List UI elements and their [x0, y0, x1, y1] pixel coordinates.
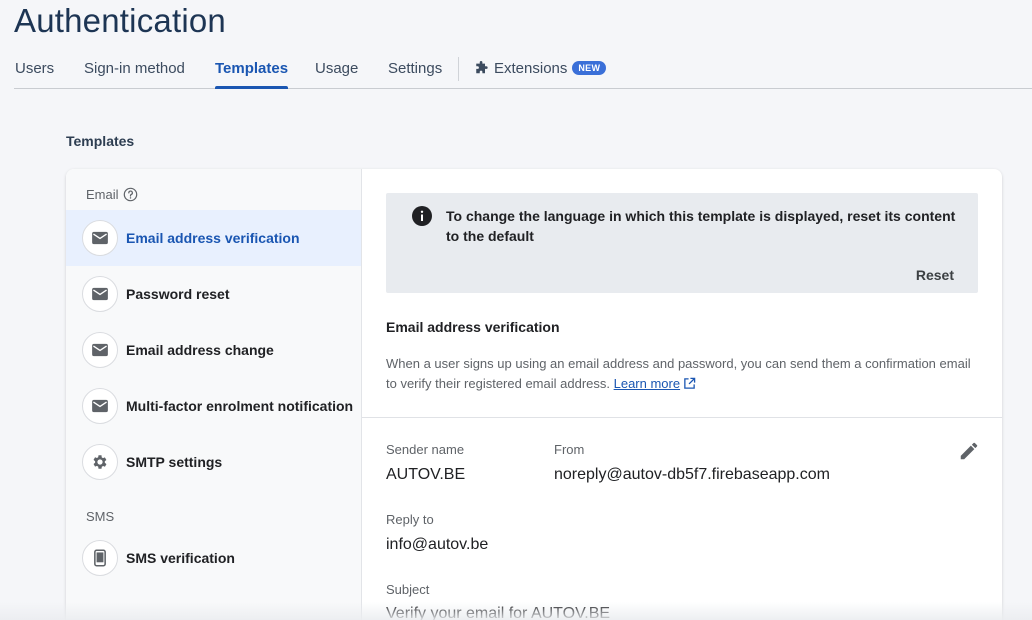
puzzle-icon: [474, 61, 489, 75]
page-title: Authentication: [14, 2, 226, 39]
tab-usage[interactable]: Usage: [315, 60, 358, 89]
subject-label: Subject: [386, 582, 430, 597]
tab-extensions-label: Extensions: [494, 60, 568, 77]
sidebar-item-smtp-settings[interactable]: SMTP settings: [66, 434, 361, 490]
subject-value: Verify your email for AUTOV.BE: [386, 605, 611, 620]
sidebar-item-password-reset[interactable]: Password reset: [66, 266, 361, 322]
reply-to-label: Reply to: [386, 512, 434, 527]
sidebar-item-label: Email address change: [126, 342, 274, 358]
info-icon: [412, 206, 432, 226]
templates-card: Email Email address verification Passwor…: [66, 169, 1002, 620]
sidebar-item-label: Email address verification: [126, 230, 300, 246]
sidebar-item-mfa-enrolment[interactable]: Multi-factor enrolment notification: [66, 378, 361, 434]
sidebar-item-email-verification[interactable]: Email address verification: [66, 210, 361, 266]
from-value: noreply@autov-db5f7.firebaseapp.com: [554, 466, 830, 483]
sender-name-value: AUTOV.BE: [386, 466, 466, 483]
sidebar-item-label: Multi-factor enrolment notification: [126, 398, 354, 414]
mail-icon: [82, 332, 118, 368]
template-title: Email address verification: [386, 319, 560, 335]
sender-name-label: Sender name: [386, 442, 465, 457]
sidebar-item-label: SMTP settings: [126, 454, 223, 470]
template-description: When a user signs up using an email addr…: [386, 356, 971, 391]
edit-icon[interactable]: [958, 440, 980, 462]
sidebar-item-sms-verification[interactable]: SMS verification: [66, 530, 361, 586]
gear-icon: [82, 444, 118, 480]
from-label: From: [554, 442, 585, 457]
mail-icon: [82, 388, 118, 424]
tab-settings[interactable]: Settings: [388, 60, 442, 89]
tab-divider: [458, 57, 459, 81]
sidebar-item-label: Password reset: [126, 286, 230, 302]
section-title: Templates: [66, 133, 135, 149]
tab-templates[interactable]: Templates: [215, 60, 289, 89]
external-link-icon[interactable]: [683, 376, 696, 389]
tab-bar: Users Sign-in method Templates Usage Set…: [14, 52, 1032, 89]
template-list: Email Email address verification Passwor…: [66, 169, 362, 620]
language-info-banner: To change the language in which this tem…: [386, 193, 978, 293]
template-detail: To change the language in which this tem…: [362, 169, 1002, 620]
email-group-label: Email: [86, 187, 138, 202]
mail-icon: [82, 276, 118, 312]
tab-sign-in-method[interactable]: Sign-in method: [84, 60, 185, 89]
sidebar-item-label: SMS verification: [126, 550, 235, 566]
reply-to-value: info@autov.be: [386, 536, 489, 553]
help-icon[interactable]: [123, 187, 138, 202]
sidebar-item-email-change[interactable]: Email address change: [66, 322, 361, 378]
reset-button[interactable]: Reset: [916, 267, 954, 283]
learn-more-link[interactable]: Learn more: [614, 376, 680, 391]
section-divider: [362, 417, 1002, 418]
mail-icon: [82, 220, 118, 256]
tab-users[interactable]: Users: [15, 60, 54, 89]
new-badge: NEW: [572, 61, 607, 75]
phone-icon: [82, 540, 118, 576]
tab-extensions[interactable]: Extensions NEW: [474, 60, 607, 89]
info-text: To change the language in which this tem…: [446, 208, 956, 244]
sms-group-label: SMS: [86, 509, 115, 524]
